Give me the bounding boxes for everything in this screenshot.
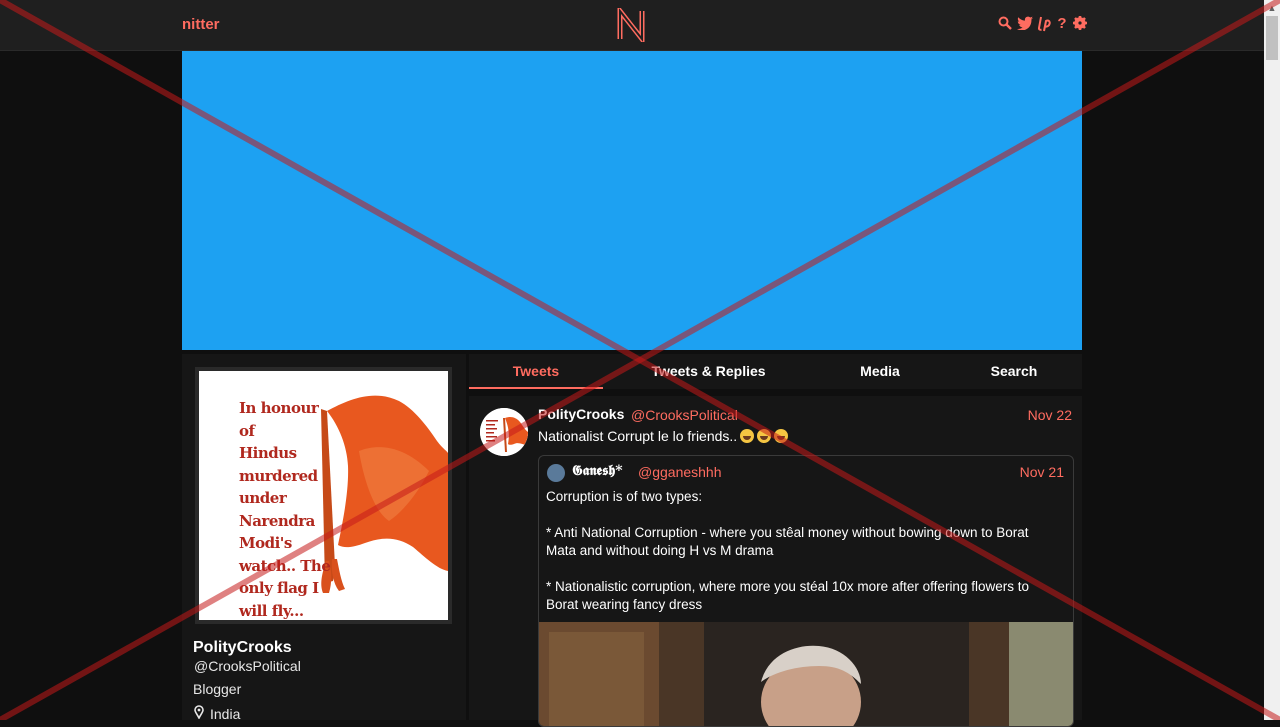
quote-text: Corruption is of two types: * Anti Natio… xyxy=(546,488,1061,632)
laughing-emoji-icon xyxy=(757,429,772,443)
twitter-icon[interactable] xyxy=(1016,16,1033,32)
location-pin-icon xyxy=(194,705,204,722)
brand-link[interactable]: nitter xyxy=(182,16,220,33)
active-tab-underline xyxy=(469,387,603,389)
quote-author-name[interactable]: 𝕲𝖆𝖓𝖊𝖘𝖍* xyxy=(572,463,623,479)
laughing-emoji-icon xyxy=(774,429,789,443)
tweet-text: Nationalist Corrupt le lo friends.. xyxy=(538,428,789,444)
quote-author-avatar[interactable] xyxy=(547,464,565,482)
profile-bio: Blogger xyxy=(193,681,242,697)
scroll-up-icon[interactable]: ▲ xyxy=(1264,0,1280,16)
location-text: India xyxy=(210,705,241,722)
profile-name[interactable]: PolityCrooks xyxy=(193,639,292,657)
tab-tweets[interactable]: Tweets xyxy=(469,363,603,379)
quoted-tweet[interactable]: 𝕲𝖆𝖓𝖊𝖘𝖍* @gganeshhh Nov 21 Corruption is … xyxy=(538,455,1074,727)
tweet-text-body: Nationalist Corrupt le lo friends.. xyxy=(538,428,738,444)
gear-icon[interactable] xyxy=(1073,16,1087,32)
tab-search[interactable]: Search xyxy=(972,363,1056,379)
tab-media[interactable]: Media xyxy=(839,363,921,379)
profile-avatar[interactable]: In honour of Hindus murdered under Narendra M… xyxy=(195,367,452,624)
quote-date[interactable]: Nov 21 xyxy=(1020,464,1064,480)
help-icon[interactable]: ? xyxy=(1055,16,1069,32)
tweet-author-name[interactable]: PolityCrooks xyxy=(538,406,624,422)
top-navbar: nitter ? xyxy=(0,0,1264,51)
page-scrollbar[interactable]: ▲ xyxy=(1264,0,1280,720)
quote-text-line: * Anti National Corruption - where you s… xyxy=(546,525,1029,558)
liberapay-icon[interactable] xyxy=(1037,16,1051,32)
quote-text-line: * Nationalistic corruption, where more y… xyxy=(546,579,1029,612)
nav-icon-group: ? xyxy=(998,16,1087,32)
tab-tweets-replies[interactable]: Tweets & Replies xyxy=(631,363,786,379)
tweet-author-avatar[interactable] xyxy=(480,408,528,456)
profile-card: In honour of Hindus murdered under Narendra M… xyxy=(182,354,466,722)
avatar-caption: In honour of Hindus murdered under Narendra M… xyxy=(239,399,331,620)
quote-media-image[interactable] xyxy=(539,622,1073,726)
search-icon[interactable] xyxy=(998,16,1012,32)
tweet-date[interactable]: Nov 22 xyxy=(1028,407,1072,423)
nitter-logo-icon[interactable] xyxy=(617,3,645,47)
profile-banner[interactable] xyxy=(182,51,1082,350)
profile-tabs: Tweets Tweets & Replies Media Search xyxy=(469,354,1082,389)
quote-author-handle[interactable]: @gganeshhh xyxy=(638,464,722,480)
profile-handle[interactable]: @CrooksPolitical xyxy=(194,658,301,674)
profile-location: India xyxy=(194,705,240,722)
scrollbar-thumb[interactable] xyxy=(1266,16,1278,60)
tweet-author-handle[interactable]: @CrooksPolitical xyxy=(631,407,738,423)
laughing-emoji-icon xyxy=(740,429,755,443)
timeline: PolityCrooks @CrooksPolitical Nov 22 Nat… xyxy=(469,396,1082,727)
quote-text-line: Corruption is of two types: xyxy=(546,489,703,504)
